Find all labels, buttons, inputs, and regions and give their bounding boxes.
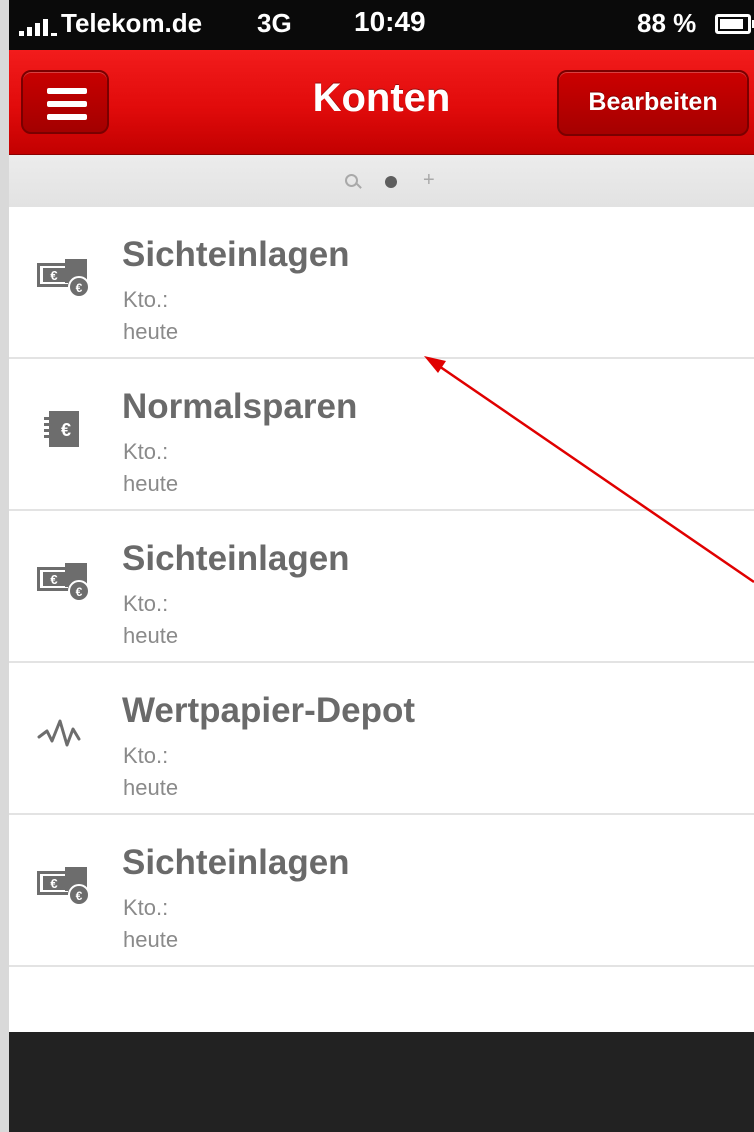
svg-text:€: € <box>50 876 57 891</box>
account-number-label: Kto.: <box>123 895 169 920</box>
hamburger-icon-line <box>47 114 87 120</box>
account-row[interactable]: € Normalsparen Kto.: heute <box>9 359 754 511</box>
account-number-label: Kto.: <box>123 591 169 616</box>
status-time: 10:49 <box>354 6 426 37</box>
search-page-icon[interactable] <box>345 174 358 187</box>
app-screen: Telekom.de 3G 10:49 88 % Konten Bearbeit… <box>0 0 754 1132</box>
savings-book-euro-icon: € <box>44 411 79 447</box>
svg-text:€: € <box>76 281 83 295</box>
svg-text:€: € <box>61 420 71 440</box>
svg-text:€: € <box>50 268 57 283</box>
account-name: Normalsparen <box>122 387 358 426</box>
svg-text:€: € <box>76 585 83 599</box>
account-list: € € Sichteinlagen Kto.: heute € Normalsp… <box>9 207 754 967</box>
account-row[interactable]: Wertpapier-Depot Kto.: heute <box>9 663 754 815</box>
status-bar: Telekom.de 3G 10:49 88 % <box>9 0 754 50</box>
bottom-bar <box>9 1032 754 1132</box>
svg-text:€: € <box>76 889 83 903</box>
account-date: heute <box>123 775 179 800</box>
account-row[interactable]: € € Sichteinlagen Kto.: heute <box>9 815 754 967</box>
edit-button[interactable]: Bearbeiten <box>557 70 749 136</box>
page-indicator: + <box>9 155 754 207</box>
cash-euro-icon: € € <box>37 563 90 602</box>
account-date: heute <box>123 623 179 648</box>
account-row[interactable]: € € Sichteinlagen Kto.: heute <box>9 207 754 359</box>
svg-text:€: € <box>50 572 57 587</box>
stock-chart-icon <box>37 719 81 747</box>
hamburger-icon-line <box>47 101 87 107</box>
account-date: heute <box>123 319 179 344</box>
account-name: Wertpapier-Depot <box>122 691 415 730</box>
account-date: heute <box>123 471 179 496</box>
screenshot-frame-edge <box>0 0 9 1132</box>
network-type: 3G <box>257 8 292 38</box>
account-number-label: Kto.: <box>123 743 169 768</box>
hamburger-icon <box>47 88 87 94</box>
battery-icon <box>715 14 754 34</box>
account-number-label: Kto.: <box>123 439 169 464</box>
carrier-name: Telekom.de <box>61 8 203 38</box>
account-name: Sichteinlagen <box>122 235 350 274</box>
page-dot-active[interactable] <box>385 176 397 188</box>
account-row[interactable]: € € Sichteinlagen Kto.: heute <box>9 511 754 663</box>
account-name: Sichteinlagen <box>122 539 350 578</box>
battery-percent: 88 % <box>637 8 697 38</box>
navigation-bar: Konten Bearbeiten <box>9 50 754 155</box>
account-date: heute <box>123 927 179 952</box>
account-number-label: Kto.: <box>123 287 169 312</box>
account-name: Sichteinlagen <box>122 843 350 882</box>
cash-euro-icon: € € <box>37 259 90 298</box>
add-page-icon[interactable]: + <box>423 170 435 190</box>
signal-strength-icon <box>19 18 59 36</box>
menu-button[interactable] <box>21 70 109 134</box>
cash-euro-icon: € € <box>37 867 90 906</box>
page-title: Konten <box>312 76 451 120</box>
